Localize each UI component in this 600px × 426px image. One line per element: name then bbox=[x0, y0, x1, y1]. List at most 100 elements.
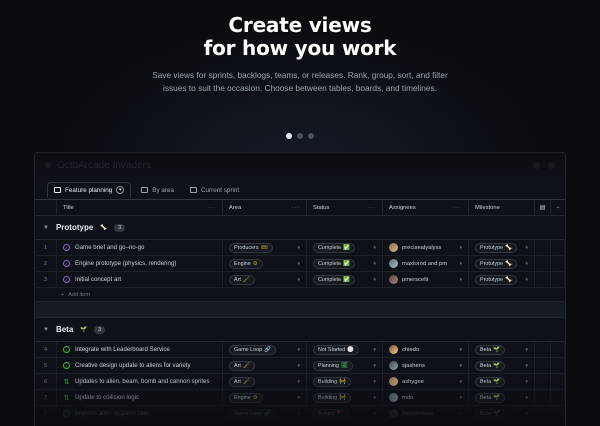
chevron-down-icon[interactable]: ▾ bbox=[525, 411, 528, 417]
more-icon[interactable]: ··· bbox=[291, 205, 300, 211]
tab-menu-icon[interactable]: ▾ bbox=[116, 186, 125, 194]
add-item-button[interactable]: +Add item bbox=[35, 422, 565, 426]
area-cell[interactable]: Game Loop 🔗 ▾ bbox=[223, 406, 307, 421]
chevron-down-icon[interactable]: ▾ bbox=[373, 347, 376, 353]
window-more-icon[interactable] bbox=[548, 161, 555, 169]
table-row[interactable]: 6 ⇅ Updates to alien, beam, bomb and canno… bbox=[35, 374, 565, 390]
status-cell[interactable]: Complete ✅ ▾ bbox=[307, 240, 383, 255]
chevron-down-icon[interactable]: ▾ bbox=[525, 245, 528, 251]
tab-current-sprint[interactable]: Current sprint bbox=[184, 184, 245, 197]
chevron-down-icon[interactable]: ▾ bbox=[373, 277, 376, 283]
chevron-down-icon[interactable]: ▾ bbox=[373, 411, 376, 417]
table-row[interactable]: 8 • Improve alien respawn rate Game Loop 🔗 ▾ B… bbox=[35, 406, 565, 422]
table-row[interactable]: 5 • Creative design update to aliens for v… bbox=[35, 358, 565, 374]
window-option-icon[interactable] bbox=[533, 161, 540, 169]
carousel-dot-2[interactable] bbox=[297, 133, 303, 139]
milestone-cell[interactable]: Beta 🌱 ▾ bbox=[469, 406, 535, 421]
area-cell[interactable]: Art 🖌 ▾ bbox=[223, 358, 307, 373]
title-cell[interactable]: • Creative design update to aliens for va… bbox=[57, 358, 223, 373]
item-title-link[interactable]: Game brief and go–no-go bbox=[75, 244, 144, 251]
status-cell[interactable]: Behind 🚩 ▾ bbox=[307, 406, 383, 421]
assignees-cell[interactable]: maxtorod and pm ▾ bbox=[383, 256, 469, 271]
table-row[interactable]: 3 ✓ Initial concept art Art 🖌 ▾ Complete ✅ ▾ pmer… bbox=[35, 272, 565, 288]
chevron-down-icon[interactable]: ▾ bbox=[297, 245, 300, 251]
assignees-cell[interactable]: chiedo ▾ bbox=[383, 342, 469, 357]
assignees-cell[interactable]: pmerscelli ▾ bbox=[383, 272, 469, 287]
tab-feature-planning[interactable]: Feature planning ▾ bbox=[47, 182, 132, 198]
chevron-down-icon[interactable]: ▾ bbox=[459, 277, 462, 283]
chevron-down-icon[interactable]: ▾ bbox=[459, 261, 462, 267]
chevron-down-icon[interactable]: ▾ bbox=[459, 379, 462, 385]
chevron-down-icon[interactable]: ▾ bbox=[525, 379, 528, 385]
item-title-link[interactable]: Creative design update to aliens for var… bbox=[75, 362, 191, 369]
title-cell[interactable]: • Integrate with Leaderboard Service bbox=[57, 342, 223, 357]
item-title-link[interactable]: Updates to alien, beam, bomb and cannon … bbox=[75, 378, 210, 385]
more-icon[interactable]: ··· bbox=[367, 205, 376, 211]
chevron-down-icon[interactable]: ▼ bbox=[43, 225, 49, 231]
chevron-down-icon[interactable]: ▾ bbox=[373, 379, 376, 385]
area-cell[interactable]: Art 🖌 ▾ bbox=[223, 272, 307, 287]
item-title-link[interactable]: Integrate with Leaderboard Service bbox=[75, 346, 170, 353]
chevron-down-icon[interactable]: ▾ bbox=[373, 245, 376, 251]
area-cell[interactable]: Art 🖌 ▾ bbox=[223, 374, 307, 389]
column-header-milestone[interactable]: Milestone bbox=[469, 200, 535, 215]
group-header[interactable]: ▼ Beta 🌱 3 bbox=[35, 318, 565, 342]
area-cell[interactable]: Game Loop 🔗 ▾ bbox=[223, 342, 307, 357]
chevron-down-icon[interactable]: ▾ bbox=[459, 363, 462, 369]
chevron-down-icon[interactable]: ▾ bbox=[297, 411, 300, 417]
area-cell[interactable]: Engine ⚙ ▾ bbox=[223, 390, 307, 405]
assignees-cell[interactable]: mdo ▾ bbox=[383, 390, 469, 405]
item-title-link[interactable]: Improve alien respawn rate bbox=[75, 410, 149, 417]
status-cell[interactable]: Complete ✅ ▾ bbox=[307, 272, 383, 287]
chevron-down-icon[interactable]: ▾ bbox=[373, 363, 376, 369]
title-cell[interactable]: ✓ Engine prototype (physics, rendering) bbox=[57, 256, 223, 271]
item-title-link[interactable]: Engine prototype (physics, rendering) bbox=[75, 260, 176, 267]
column-header-area[interactable]: Area ··· bbox=[223, 200, 307, 215]
column-header-assignees[interactable]: Assignees ··· bbox=[383, 200, 469, 215]
milestone-cell[interactable]: Beta 🌱 ▾ bbox=[469, 342, 535, 357]
chevron-down-icon[interactable]: ▾ bbox=[525, 395, 528, 401]
chevron-down-icon[interactable]: ▾ bbox=[525, 363, 528, 369]
column-header-title[interactable]: Title ··· bbox=[57, 200, 223, 215]
add-item-button[interactable]: +Add item bbox=[35, 288, 565, 302]
title-cell[interactable]: ⇅ Update to collision logic bbox=[57, 390, 223, 405]
table-row[interactable]: 1 ✓ Game brief and go–no-go Producers 🎟 ▾ Comp… bbox=[35, 240, 565, 256]
title-cell[interactable]: ✓ Initial concept art bbox=[57, 272, 223, 287]
chevron-down-icon[interactable]: ▾ bbox=[297, 277, 300, 283]
carousel-dot-1[interactable] bbox=[286, 133, 292, 139]
more-icon[interactable]: ··· bbox=[453, 205, 462, 211]
tab-by-area[interactable]: By area bbox=[135, 184, 180, 197]
add-column-icon[interactable]: + bbox=[551, 200, 565, 215]
chevron-down-icon[interactable]: ▾ bbox=[525, 347, 528, 353]
column-options-icon[interactable]: ▤ bbox=[535, 200, 551, 215]
group-header[interactable]: ▼ Prototype 🦴 3 bbox=[35, 216, 565, 240]
status-cell[interactable]: Building 🚧 ▾ bbox=[307, 374, 383, 389]
assignees-cell[interactable]: precisealyalyss ▾ bbox=[383, 240, 469, 255]
chevron-down-icon[interactable]: ▼ bbox=[43, 327, 49, 333]
column-header-status[interactable]: Status ··· bbox=[307, 200, 383, 215]
chevron-down-icon[interactable]: ▾ bbox=[297, 379, 300, 385]
chevron-down-icon[interactable]: ▾ bbox=[373, 395, 376, 401]
chevron-down-icon[interactable]: ▾ bbox=[459, 245, 462, 251]
chevron-down-icon[interactable]: ▾ bbox=[297, 261, 300, 267]
chevron-down-icon[interactable]: ▾ bbox=[459, 347, 462, 353]
area-cell[interactable]: Producers 🎟 ▾ bbox=[223, 240, 307, 255]
assignees-cell[interactable]: mattshmilee ▾ bbox=[383, 406, 469, 421]
title-cell[interactable]: • Improve alien respawn rate bbox=[57, 406, 223, 421]
assignees-cell[interactable]: ashygee ▾ bbox=[383, 374, 469, 389]
milestone-cell[interactable]: Beta 🌱 ▾ bbox=[469, 374, 535, 389]
chevron-down-icon[interactable]: ▾ bbox=[297, 395, 300, 401]
chevron-down-icon[interactable]: ▾ bbox=[459, 395, 462, 401]
status-cell[interactable]: Not Started ⚪ ▾ bbox=[307, 342, 383, 357]
milestone-cell[interactable]: Prototype 🦴 ▾ bbox=[469, 256, 535, 271]
milestone-cell[interactable]: Beta 🌱 ▾ bbox=[469, 390, 535, 405]
carousel-dot-3[interactable] bbox=[308, 133, 314, 139]
assignees-cell[interactable]: sjashens ▾ bbox=[383, 358, 469, 373]
milestone-cell[interactable]: Prototype 🦴 ▾ bbox=[469, 240, 535, 255]
status-cell[interactable]: Building 🚧 ▾ bbox=[307, 390, 383, 405]
chevron-down-icon[interactable]: ▾ bbox=[373, 261, 376, 267]
title-cell[interactable]: ⇅ Updates to alien, beam, bomb and cannon… bbox=[57, 374, 223, 389]
chevron-down-icon[interactable]: ▾ bbox=[525, 261, 528, 267]
status-cell[interactable]: Planning 🗓 ▾ bbox=[307, 358, 383, 373]
table-row[interactable]: 7 ⇅ Update to collision logic Engine ⚙ ▾ Build… bbox=[35, 390, 565, 406]
